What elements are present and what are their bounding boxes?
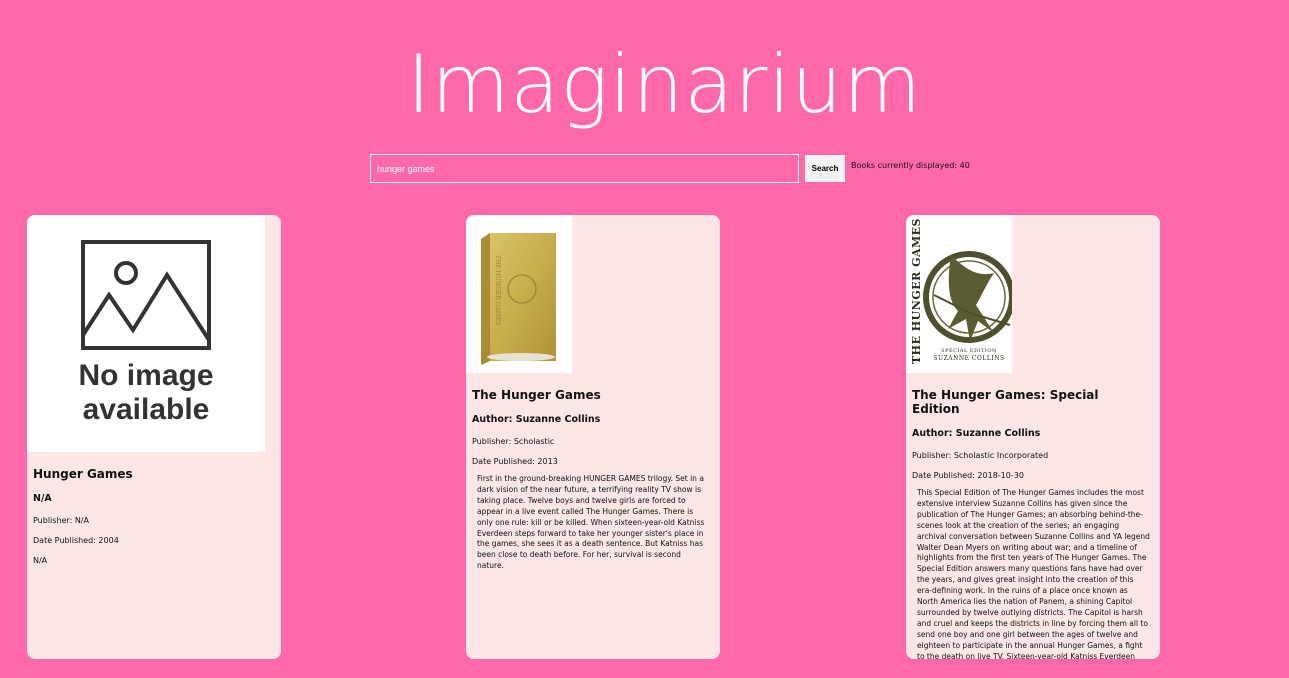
book-publisher: Publisher: Scholastic: [472, 437, 555, 446]
book-publisher: Publisher: Scholastic Incorporated: [912, 451, 1049, 460]
book-cover: THE HUNGER GAMES SPECIAL EDITION SUZANNE…: [906, 215, 1015, 373]
cover-edition: SPECIAL EDITION: [941, 348, 997, 354]
book-description: First in the ground-breaking HUNGER GAME…: [477, 474, 705, 571]
search-input[interactable]: [370, 154, 799, 183]
book-author: N/A: [33, 493, 52, 504]
book-author: Author: Suzanne Collins: [912, 428, 1041, 439]
book-card[interactable]: No image available Hunger Games N/A Publ…: [27, 215, 281, 659]
search-button[interactable]: Search: [805, 155, 845, 182]
book-publisher: Publisher: N/A: [33, 516, 89, 525]
books-count: Books currently displayed: 40: [851, 161, 970, 170]
cover-author: SUZANNE COLLINS: [933, 355, 1005, 362]
book-title: The Hunger Games: Special Edition: [912, 388, 1099, 416]
book-description: N/A: [33, 556, 48, 565]
no-image-label-line2: available: [82, 393, 210, 426]
book-card[interactable]: THE HUNGER GAMES The Hunger Games Author…: [466, 215, 720, 659]
app-title: Imaginarium: [406, 38, 923, 131]
book-title: Hunger Games: [33, 467, 133, 481]
book-cover: THE HUNGER GAMES: [466, 215, 572, 373]
gold-book-icon: THE HUNGER GAMES: [481, 233, 556, 365]
book-description: This Special Edition of The Hunger Games…: [917, 488, 1150, 659]
book-date: Date Published: 2013: [472, 457, 558, 466]
no-image-label-line1: No image: [78, 359, 214, 392]
book-card[interactable]: THE HUNGER GAMES SPECIAL EDITION SUZANNE…: [906, 215, 1160, 659]
book-date: Date Published: 2004: [33, 536, 119, 545]
no-image-placeholder: No image available: [27, 215, 265, 452]
book-author: Author: Suzanne Collins: [472, 414, 601, 425]
book-title: The Hunger Games: [472, 388, 601, 402]
svg-text:THE HUNGER GAMES: THE HUNGER GAMES: [494, 255, 501, 325]
cover-spine-title: THE HUNGER GAMES: [910, 218, 923, 365]
book-date: Date Published: 2018-10-30: [912, 471, 1024, 480]
